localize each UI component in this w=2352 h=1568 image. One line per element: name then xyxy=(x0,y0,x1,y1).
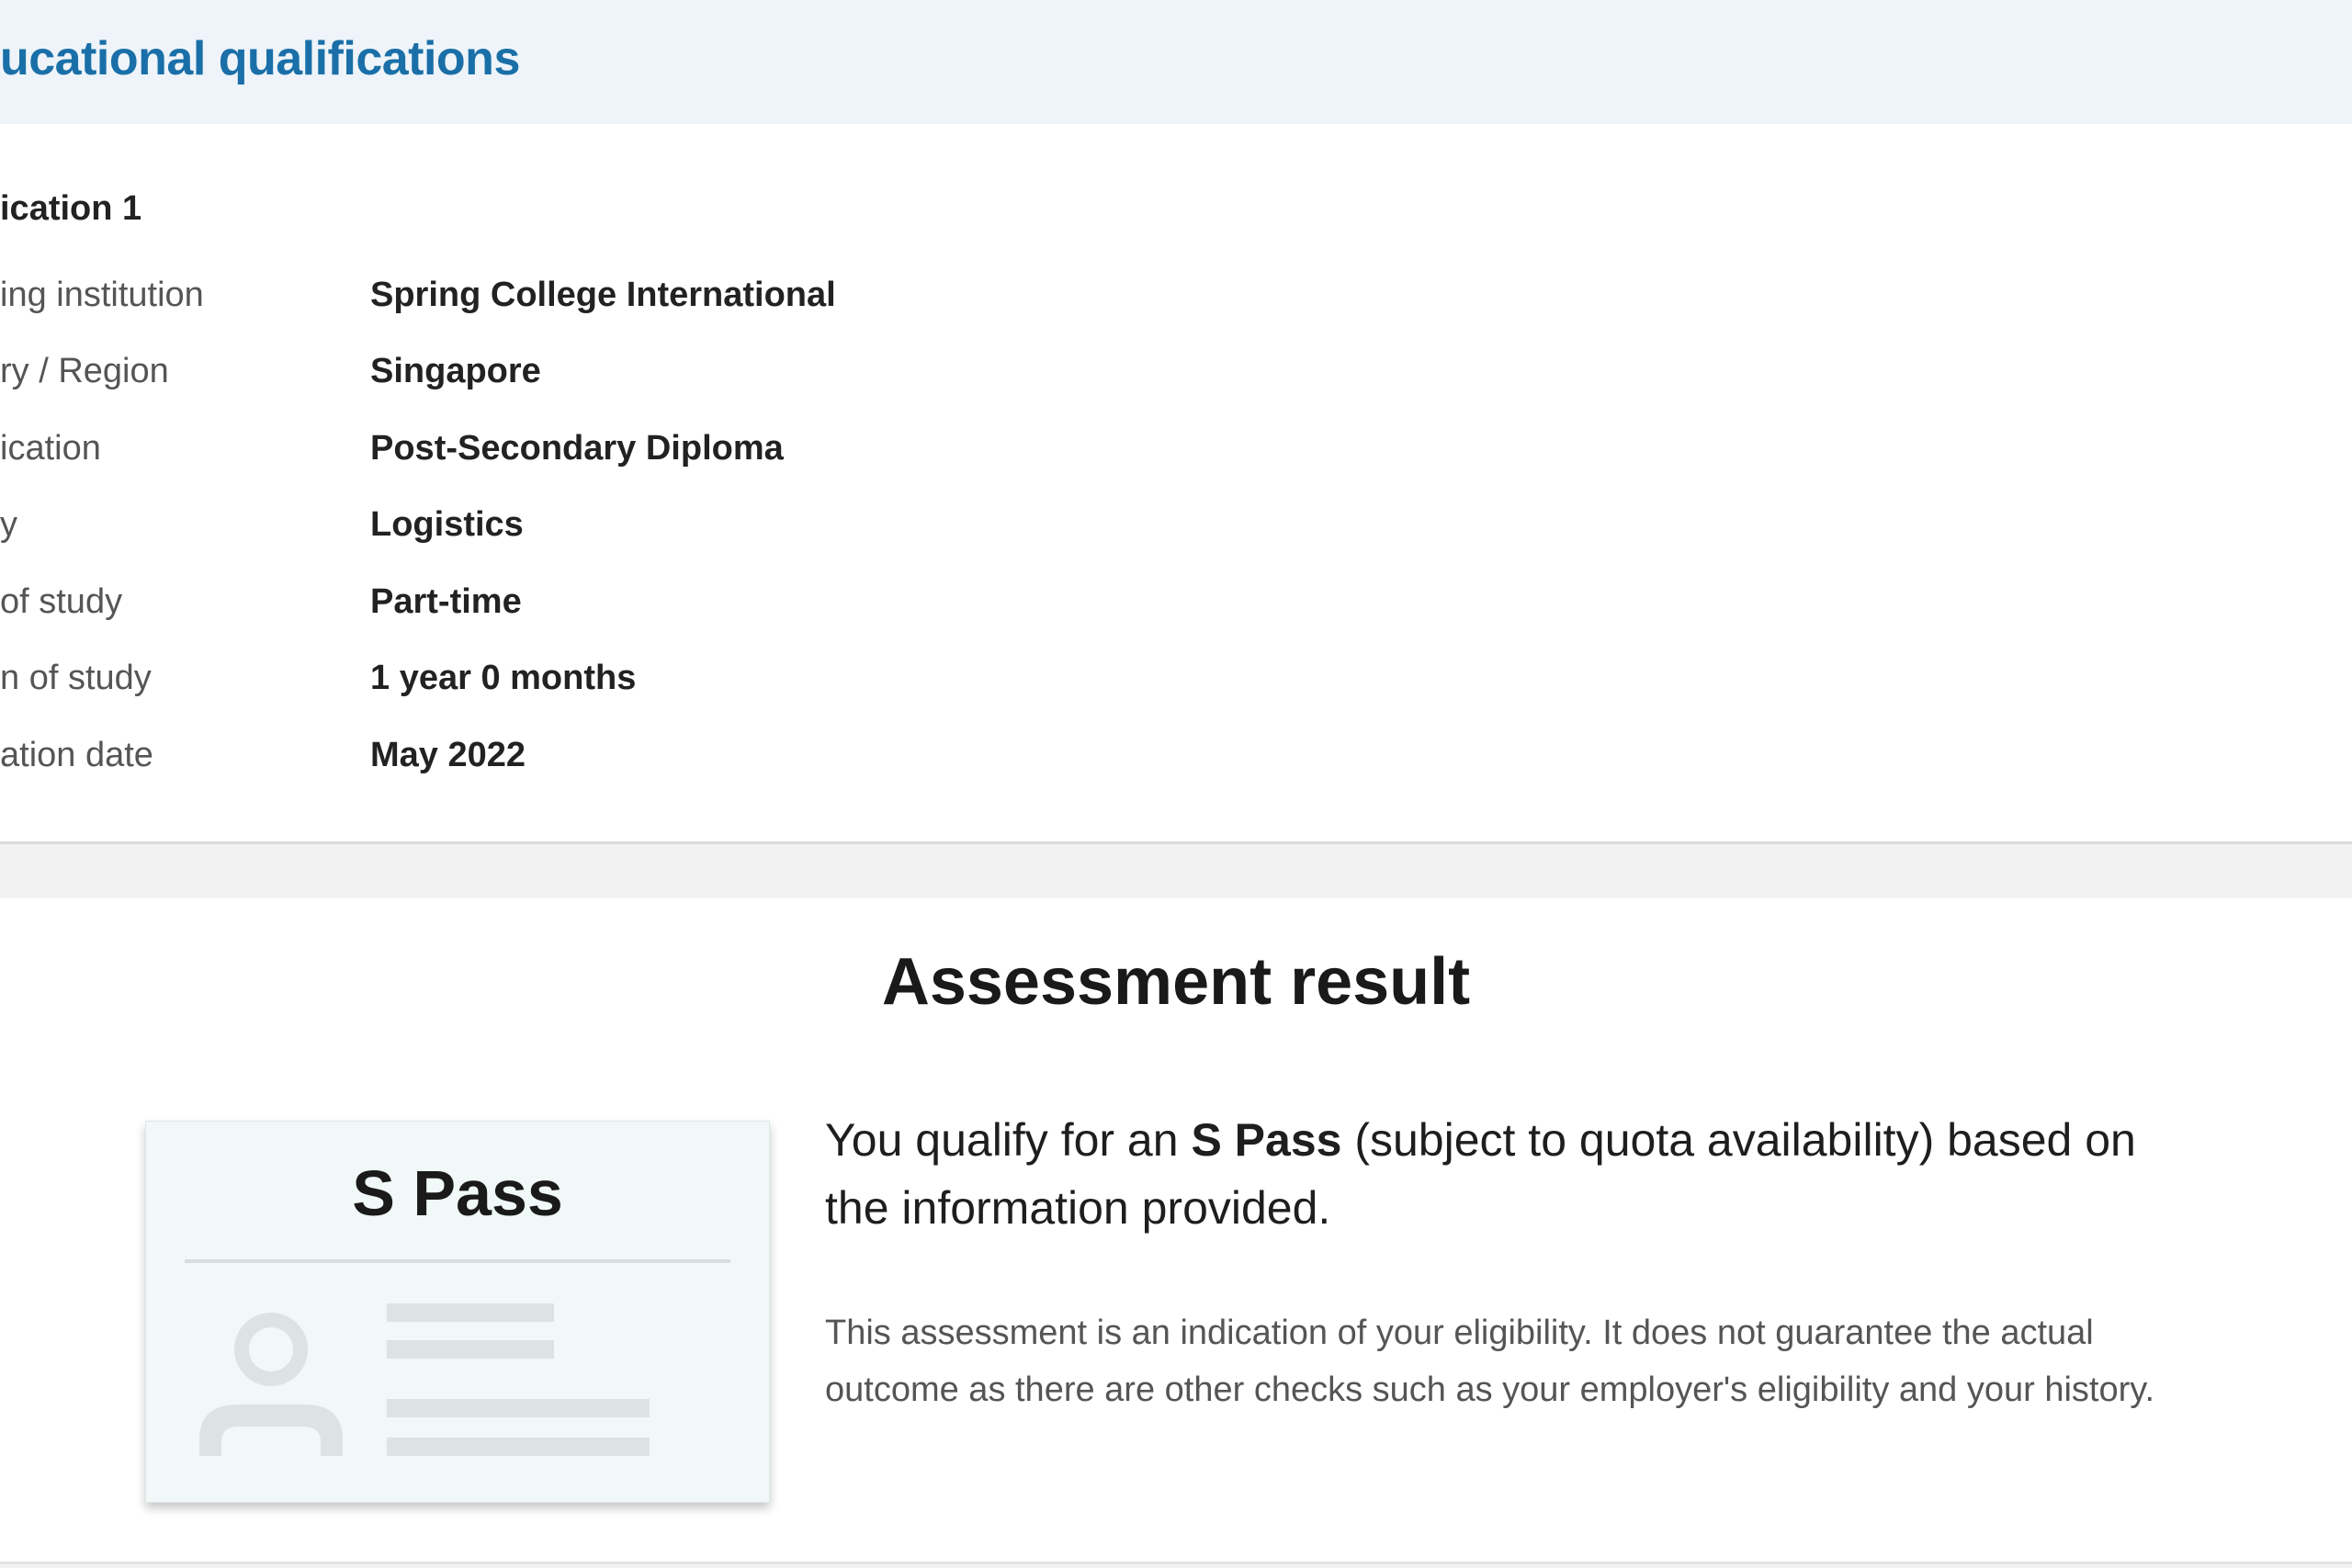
message-prefix: You qualify for an xyxy=(825,1114,1192,1166)
pass-card-placeholder-lines xyxy=(387,1303,653,1460)
assessment-text: You qualify for an S Pass (subject to qu… xyxy=(825,1106,2212,1418)
detail-row-duration-of-study: n of study 1 year 0 months xyxy=(0,659,1286,714)
detail-label: ing institution xyxy=(0,276,204,314)
detail-label: of study xyxy=(0,582,123,621)
detail-label: ation date xyxy=(0,736,153,774)
pass-card-divider xyxy=(185,1259,730,1263)
detail-label: ry / Region xyxy=(0,352,169,390)
detail-value: Post-Secondary Diploma xyxy=(370,429,784,468)
detail-row-study: y Logistics xyxy=(0,505,1286,560)
placeholder-line xyxy=(387,1303,554,1322)
message-pass-name: S Pass xyxy=(1191,1114,1342,1166)
detail-row-mode-of-study: of study Part-time xyxy=(0,582,1286,637)
placeholder-line xyxy=(387,1399,650,1417)
detail-value: Singapore xyxy=(370,352,541,390)
detail-label: n of study xyxy=(0,659,152,697)
educational-qualifications-section: ucational qualifications ication 1 ing i… xyxy=(0,0,2352,844)
assessment-result-section: Assessment result S Pass You qualify for… xyxy=(0,898,2352,1564)
qualification-heading: ication 1 xyxy=(0,189,142,228)
pass-card: S Pass xyxy=(145,1121,770,1503)
detail-row-qualification: ication Post-Secondary Diploma xyxy=(0,429,1286,484)
assessment-disclaimer: This assessment is an indication of your… xyxy=(825,1314,2155,1409)
detail-value: 1 year 0 months xyxy=(370,659,637,697)
pass-card-title: S Pass xyxy=(352,1157,563,1229)
detail-value: Spring College International xyxy=(370,276,836,314)
detail-value: Logistics xyxy=(370,505,524,544)
person-id-icon xyxy=(199,1313,343,1456)
detail-row-country: ry / Region Singapore xyxy=(0,352,1286,407)
placeholder-line xyxy=(387,1340,554,1359)
detail-value: May 2022 xyxy=(370,736,526,774)
section-header: ucational qualifications xyxy=(0,0,2352,124)
detail-label: y xyxy=(0,505,17,544)
qualification-message: You qualify for an S Pass (subject to qu… xyxy=(825,1106,2212,1242)
section-title: ucational qualifications xyxy=(0,32,520,85)
detail-value: Part-time xyxy=(370,582,522,621)
detail-row-graduation-date: ation date May 2022 xyxy=(0,736,1286,791)
detail-label: ication xyxy=(0,429,101,468)
assessment-title: Assessment result xyxy=(881,945,1471,1019)
detail-row-institution: ing institution Spring College Internati… xyxy=(0,276,1286,331)
placeholder-line xyxy=(387,1438,650,1456)
